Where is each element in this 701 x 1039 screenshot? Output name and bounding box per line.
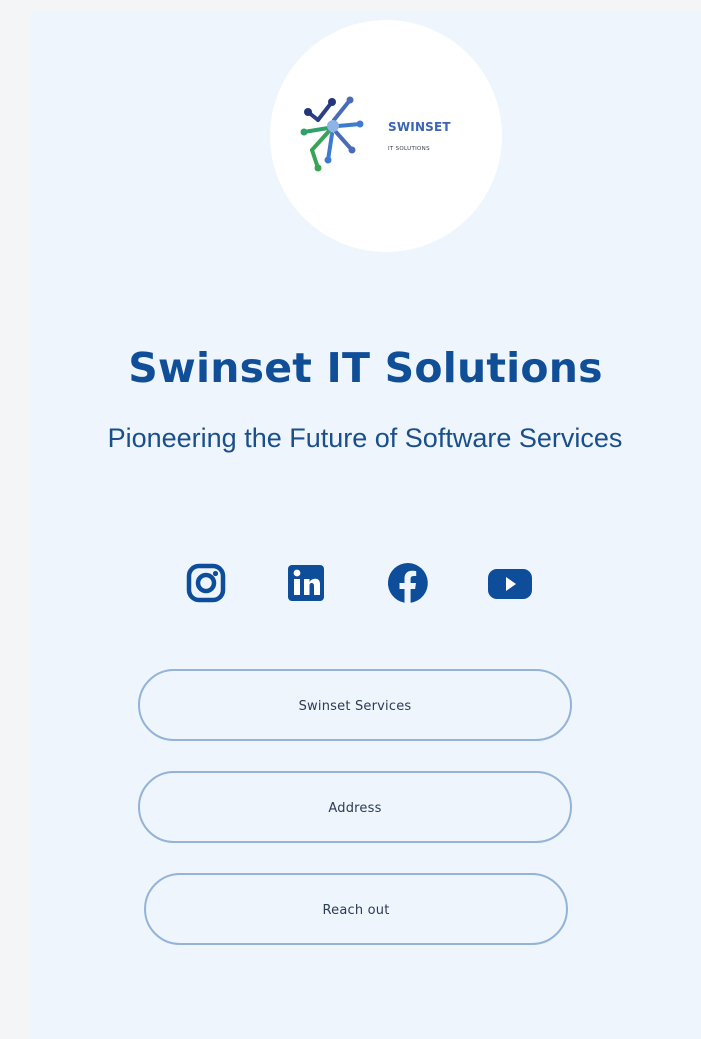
- reach-out-button[interactable]: Reach out: [144, 873, 568, 945]
- linkedin-icon: [288, 565, 324, 601]
- page-subtitle: Pioneering the Future of Software Servic…: [107, 423, 623, 453]
- facebook-icon: [387, 562, 428, 603]
- page-title: Swinset IT Solutions: [128, 344, 603, 392]
- youtube-link[interactable]: [486, 561, 532, 605]
- linkedin-link[interactable]: [284, 561, 328, 605]
- instagram-icon: [186, 563, 226, 603]
- address-button[interactable]: Address: [138, 771, 572, 843]
- social-links: [180, 561, 540, 609]
- profile-card: SWINSET IT SOLUTIONS Swinset IT Solution…: [30, 12, 701, 1039]
- youtube-icon: [488, 569, 532, 599]
- instagram-link[interactable]: [184, 561, 228, 605]
- logo: SWINSET IT SOLUTIONS: [270, 20, 502, 252]
- logo-wordmark: SWINSET: [388, 120, 451, 134]
- logo-mark-icon: [300, 96, 364, 172]
- swinset-services-button[interactable]: Swinset Services: [138, 669, 572, 741]
- facebook-link[interactable]: [386, 561, 430, 605]
- logo-tagline: IT SOLUTIONS: [388, 146, 430, 152]
